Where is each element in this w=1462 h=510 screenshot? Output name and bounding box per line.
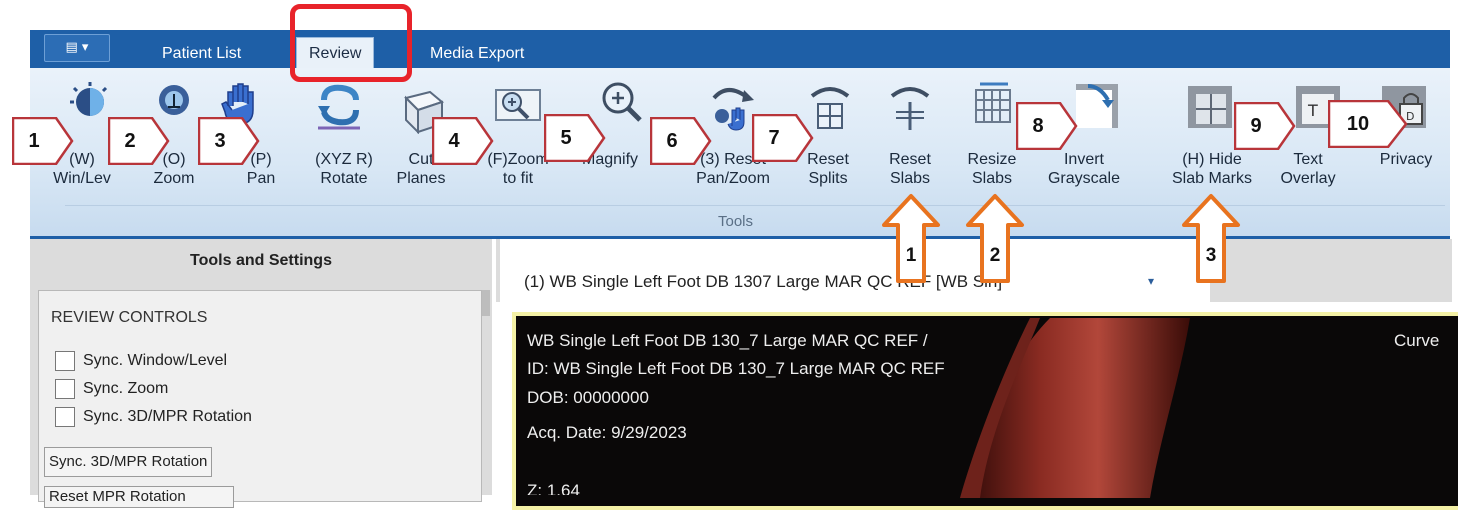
marker-number: 1 xyxy=(28,130,40,152)
review-tab-highlight xyxy=(290,4,412,82)
invert-grayscale-icon[interactable] xyxy=(1072,80,1120,132)
sync-window-level-checkbox[interactable] xyxy=(55,350,75,371)
hide-slab-marks-tool-label[interactable]: (H) Hide Slab Marks xyxy=(1154,150,1270,188)
overlay-line-5: Z: 1.64 xyxy=(527,481,580,495)
marker-number: 6 xyxy=(666,130,678,152)
ribbon-group-label: Tools xyxy=(718,213,754,230)
marker-number: 2 xyxy=(124,130,136,152)
marker-number: 9 xyxy=(1250,115,1262,137)
svg-text:T: T xyxy=(1307,101,1318,120)
privacy-tool-label[interactable]: Privacy xyxy=(1370,150,1442,169)
panel-title: Tools and Settings xyxy=(190,252,332,269)
ribbon-tab-bar xyxy=(30,30,1450,68)
sync-3d-mpr-rotation-checkbox[interactable] xyxy=(55,406,75,427)
marker-number: 4 xyxy=(448,130,460,152)
overlay-line-1: WB Single Left Foot DB 130_7 Large MAR Q… xyxy=(527,331,928,350)
rotate-icon[interactable] xyxy=(316,80,364,132)
marker-number: 5 xyxy=(560,127,572,149)
hide-slab-marks-icon[interactable] xyxy=(1186,82,1234,134)
arrow-number: 2 xyxy=(989,245,1001,266)
marker-number: 8 xyxy=(1032,115,1044,137)
callout-marker-8: 8 xyxy=(1015,101,1078,151)
layout-menu-icon: ▤ ▾ xyxy=(65,40,89,55)
callout-marker-7: 7 xyxy=(751,113,814,163)
reset-slabs-tool-label[interactable]: Reset Slabs xyxy=(880,150,940,188)
callout-arrow-3: 3 xyxy=(1180,193,1242,283)
sync-window-level-row[interactable]: Sync. Window/Level xyxy=(55,350,228,371)
overlay-right-label: Curve xyxy=(1394,331,1440,350)
sync-3d-mpr-rotation-button[interactable]: Sync. 3D/MPR Rotation xyxy=(44,447,213,477)
sync-zoom-checkbox[interactable] xyxy=(55,378,75,399)
text-overlay-tool-label[interactable]: Text Overlay xyxy=(1272,150,1344,188)
viewer-tab[interactable] xyxy=(500,239,1210,302)
checkbox-label: Sync. Zoom xyxy=(83,379,169,397)
overlay-line-2: ID: WB Single Left Foot DB 130_7 Large M… xyxy=(527,359,945,378)
resize-slabs-tool-label[interactable]: Resize Slabs xyxy=(960,150,1024,188)
callout-marker-6: 6 xyxy=(649,116,712,166)
rotate-tool-label[interactable]: (XYZ R) Rotate xyxy=(306,150,382,188)
reset-mpr-rotation-button[interactable]: Reset MPR Rotation xyxy=(44,486,234,508)
resize-slabs-icon[interactable] xyxy=(970,78,1018,130)
marker-number: 7 xyxy=(768,127,780,149)
sync-3d-mpr-rotation-row[interactable]: Sync. 3D/MPR Rotation xyxy=(55,406,252,427)
reset-slabs-icon[interactable] xyxy=(886,82,934,134)
invert-grayscale-tool-label[interactable]: Invert Grayscale xyxy=(1036,150,1132,188)
callout-arrow-2: 2 xyxy=(964,193,1026,283)
app-menu-button[interactable]: ▤ ▾ xyxy=(44,34,110,62)
callout-marker-4: 4 xyxy=(431,116,494,166)
callout-marker-3: 3 xyxy=(197,116,260,166)
checkbox-label: Sync. 3D/MPR Rotation xyxy=(83,407,252,425)
checkbox-label: Sync. Window/Level xyxy=(83,351,228,369)
arrow-number: 1 xyxy=(905,245,917,266)
reset-pan-zoom-icon[interactable] xyxy=(708,82,756,134)
marker-number: 10 xyxy=(1346,113,1370,135)
callout-marker-2: 2 xyxy=(107,116,170,166)
callout-arrow-1: 1 xyxy=(880,193,942,283)
viewer-dropdown-icon[interactable]: ▾ xyxy=(1148,274,1154,288)
callout-marker-10: 10 xyxy=(1327,99,1408,149)
review-controls-heading: REVIEW CONTROLS xyxy=(51,309,208,326)
callout-marker-5: 5 xyxy=(543,113,606,163)
callout-marker-9: 9 xyxy=(1233,101,1296,151)
panel-scrollbar[interactable] xyxy=(482,290,490,316)
tab-media-export[interactable]: Media Export xyxy=(430,40,524,68)
arrow-number: 3 xyxy=(1205,245,1217,266)
callout-marker-1: 1 xyxy=(11,116,74,166)
overlay-line-3: DOB: 00000000 xyxy=(527,388,649,407)
tab-patient-list[interactable]: Patient List xyxy=(162,40,241,68)
sync-zoom-row[interactable]: Sync. Zoom xyxy=(55,378,169,399)
overlay-line-4: Acq. Date: 9/29/2023 xyxy=(527,423,687,442)
marker-number: 3 xyxy=(214,130,226,152)
zoom-fit-icon[interactable] xyxy=(494,84,542,136)
foot-render-image xyxy=(960,318,1190,498)
